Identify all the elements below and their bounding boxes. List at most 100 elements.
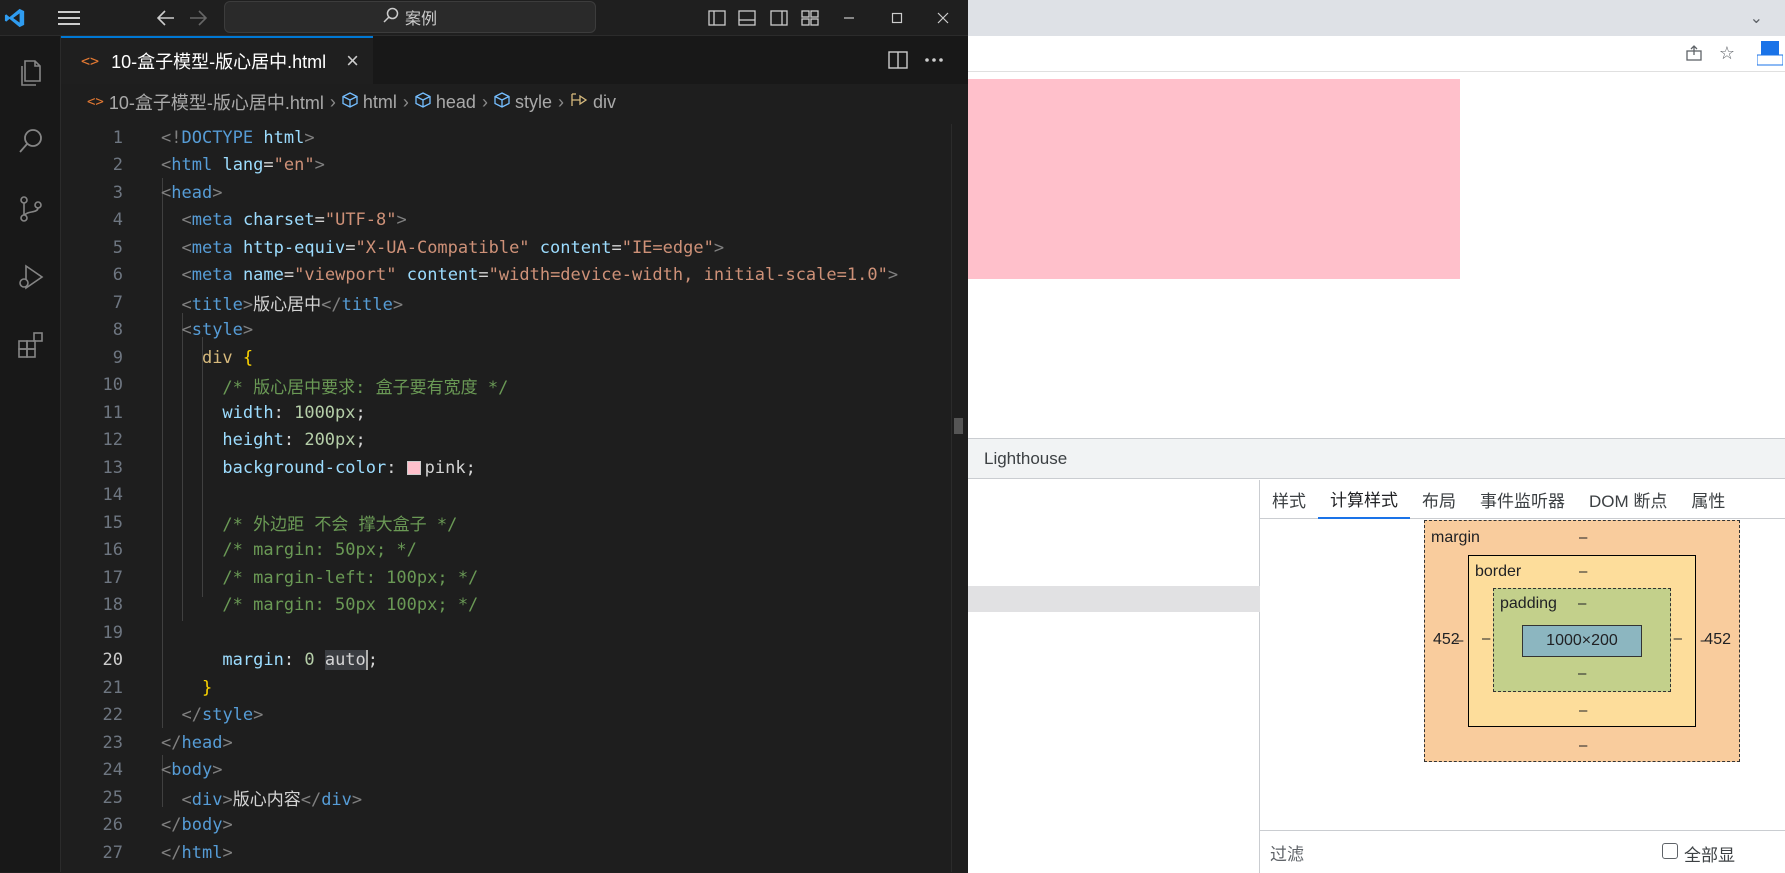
token: /* margin: 50px; */ — [222, 540, 417, 561]
token: http-equiv — [242, 237, 346, 258]
search-icon — [383, 7, 399, 28]
explorer-icon[interactable] — [0, 42, 61, 104]
code-line: 18 /* margin: 50px 100px; */ — [61, 592, 951, 620]
line-number: 22 — [102, 705, 123, 726]
token: html — [253, 127, 305, 148]
token: <! — [161, 127, 182, 148]
code-line: 7 <title>版心居中</title> — [61, 289, 951, 317]
customize-layout-icon[interactable] — [797, 0, 823, 36]
token: body — [181, 815, 223, 836]
close-tab-icon[interactable]: × — [346, 48, 359, 74]
token: pink — [424, 457, 466, 478]
elements-tree — [968, 480, 1260, 873]
code-line: 3 <head> — [61, 179, 951, 207]
code-line: 5 <meta http-equiv="X-UA-Compatible" con… — [61, 234, 951, 262]
tab-dom-breakpoints[interactable]: DOM 断点 — [1577, 480, 1679, 519]
maximize-icon[interactable] — [884, 0, 910, 36]
line-number: 12 — [102, 430, 123, 451]
code-editor[interactable]: 1 <!DOCTYPE html> 2 <html lang="en"> 3 <hea… — [61, 124, 951, 872]
token: html — [171, 155, 213, 176]
toggle-primary-sidebar-icon[interactable] — [704, 0, 730, 36]
breadcrumb-div-label: div — [592, 91, 616, 112]
token: meta — [191, 265, 233, 286]
line-number: 17 — [102, 567, 123, 588]
token: html — [181, 842, 223, 863]
sidebar-pane: 样式 计算样式 布局 事件监听器 DOM 断点 属性 margin – – 45… — [1260, 480, 1785, 873]
close-window-icon[interactable] — [930, 0, 956, 36]
more-actions-icon[interactable] — [917, 42, 951, 78]
forward-arrow-icon[interactable] — [184, 0, 212, 36]
code-line: 17 /* margin-left: 100px; */ — [61, 564, 951, 592]
token: charset — [242, 210, 315, 231]
line-number: 14 — [102, 485, 123, 506]
computed-filter-bar: 过滤 全部显 — [1260, 830, 1785, 873]
pink-content-box — [968, 79, 1460, 279]
extensions-icon[interactable] — [0, 314, 61, 376]
extension-new-icon[interactable] — [1756, 40, 1784, 68]
token: content — [539, 237, 612, 258]
scroll-thumb[interactable] — [954, 418, 963, 434]
split-editor-icon[interactable] — [881, 42, 915, 78]
line-number: 16 — [102, 540, 123, 561]
padding-top-value: – — [1578, 595, 1587, 612]
code-line: 25 <div>版心内容</div> — [61, 784, 951, 812]
tab-title: 10-盒子模型-版心居中.html — [111, 52, 327, 72]
token: "viewport" — [294, 265, 397, 286]
token: body — [171, 760, 213, 781]
breadcrumb-file[interactable]: <> 10-盒子模型-版心居中.html — [87, 89, 324, 115]
editor-scrollbar[interactable] — [951, 124, 965, 872]
selected-node-row[interactable] — [968, 586, 1260, 612]
chevron-right-icon: › — [557, 91, 564, 112]
cube-icon — [415, 91, 431, 113]
tab-styles[interactable]: 样式 — [1260, 480, 1318, 519]
vscode-logo-icon — [0, 0, 30, 36]
line-number: 23 — [102, 732, 123, 753]
tab-lighthouse[interactable]: Lighthouse — [984, 449, 1067, 469]
padding-right-value: – — [1673, 630, 1682, 647]
minimize-icon[interactable] — [836, 0, 862, 36]
star-icon[interactable]: ☆ — [1719, 43, 1735, 64]
menu-icon[interactable] — [52, 0, 86, 36]
token: 200px — [304, 430, 356, 451]
tab-layout[interactable]: 布局 — [1410, 480, 1468, 519]
code-line: 19 — [61, 619, 951, 647]
token: div — [191, 790, 223, 811]
tab-properties[interactable]: 属性 — [1679, 480, 1737, 519]
back-arrow-icon[interactable] — [152, 0, 180, 36]
breadcrumb-div[interactable]: div — [570, 92, 616, 113]
border-bottom-value: – — [1579, 702, 1588, 719]
source-control-icon[interactable] — [0, 178, 61, 240]
line-number: 11 — [102, 402, 123, 423]
border-left-value: – — [1455, 632, 1464, 649]
vscode-window: 案例 <> 10-盒子模型-版心居中.html × <> 10-盒子模型-版心居… — [0, 0, 968, 872]
toggle-secondary-sidebar-icon[interactable] — [766, 0, 792, 36]
tab-event-listeners[interactable]: 事件监听器 — [1468, 480, 1577, 519]
breadcrumb-head[interactable]: head — [415, 92, 476, 113]
line-number: 27 — [102, 842, 123, 863]
token: 版心居中 — [253, 295, 322, 316]
tab-computed[interactable]: 计算样式 — [1318, 480, 1410, 519]
line-number: 4 — [112, 210, 123, 231]
html-file-icon: <> — [87, 94, 104, 110]
code-line: 6 <meta name="viewport" content="width=d… — [61, 262, 951, 290]
border-right-value: – — [1700, 632, 1709, 649]
code-line: 10 /* 版心居中要求: 盒子要有宽度 */ — [61, 372, 951, 400]
command-center-search[interactable]: 案例 — [224, 1, 596, 33]
search-icon[interactable] — [0, 110, 61, 172]
toggle-panel-icon[interactable] — [734, 0, 760, 36]
chevron-down-icon[interactable]: ⌄ — [1750, 8, 1763, 28]
breadcrumb-style[interactable]: style — [494, 92, 552, 113]
code-line: 14 — [61, 482, 951, 510]
token: div — [201, 347, 233, 368]
token: width — [222, 402, 274, 423]
run-debug-icon[interactable] — [0, 246, 61, 308]
editor-tab[interactable]: <> 10-盒子模型-版心居中.html × — [61, 36, 373, 84]
filter-input[interactable]: 过滤 — [1270, 840, 1304, 865]
breadcrumb-html[interactable]: html — [342, 92, 397, 113]
sidebar-tabs: 样式 计算样式 布局 事件监听器 DOM 断点 属性 — [1260, 480, 1785, 519]
color-swatch[interactable] — [406, 460, 421, 475]
share-icon[interactable] — [1685, 44, 1703, 67]
token: head — [181, 732, 223, 753]
show-all-checkbox[interactable] — [1662, 843, 1678, 859]
code-line: 27 </html> — [61, 839, 951, 867]
